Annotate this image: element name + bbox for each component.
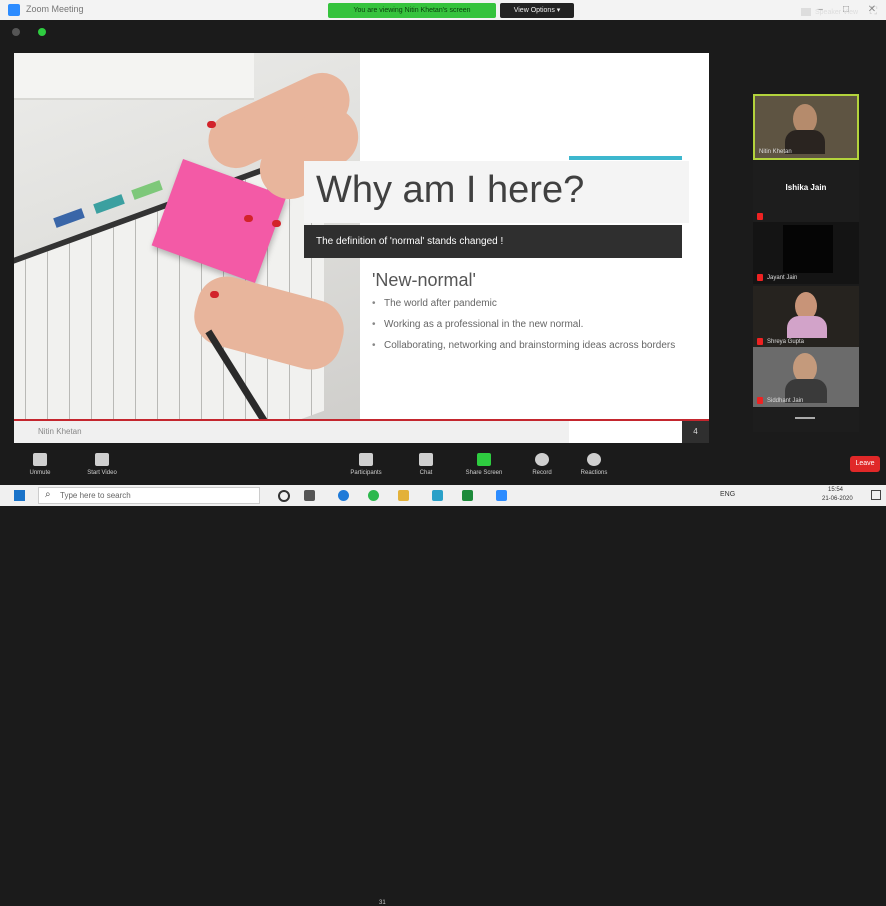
excel-icon[interactable] [462, 490, 473, 501]
slide-bullet: The world after pandemic [372, 298, 677, 310]
photo-nail [210, 291, 219, 298]
slide-heading: 'New-normal' [372, 270, 476, 290]
chat-label: Chat [419, 470, 433, 476]
speaker-view-button[interactable]: Speaker View [801, 5, 863, 20]
system-tray-language[interactable]: ENG [720, 491, 735, 498]
record-label: Record [532, 470, 552, 476]
photo-paper [14, 53, 254, 100]
fullscreen-icon[interactable]: ⛶ [870, 6, 880, 18]
share-screen-label: Share Screen [465, 470, 503, 476]
zoom-app-icon [8, 4, 20, 16]
search-icon: ⌕ [45, 489, 51, 500]
taskbar-search-placeholder[interactable]: Type here to search [60, 491, 131, 500]
slide-bullet-list: The world after pandemic Working as a pr… [372, 298, 677, 361]
participant-video-tile[interactable]: Nitin Khetan [753, 94, 859, 160]
muted-mic-icon [757, 397, 763, 404]
edge-icon[interactable] [338, 490, 349, 501]
participant-video-tile[interactable]: Ishika Jain [753, 161, 859, 223]
windows-start-icon[interactable] [14, 490, 25, 501]
taskbar-clock-time[interactable]: 15:54 [828, 487, 843, 493]
slide-footer-text: Nitin Khetan [38, 427, 82, 436]
taskbar-clock-date[interactable]: 21-06-2020 [822, 496, 853, 502]
reactions-icon [587, 453, 601, 466]
share-screen-button[interactable]: Share Screen [458, 453, 510, 476]
video-camera-icon [95, 453, 109, 466]
start-video-label: Start Video [87, 470, 117, 476]
share-screen-icon [477, 453, 491, 466]
zoom-taskbar-icon[interactable] [496, 490, 507, 501]
participants-button[interactable]: Participants [340, 453, 392, 476]
notifications-icon[interactable] [871, 490, 881, 500]
photo-nail [272, 220, 281, 227]
chat-button[interactable]: Chat [400, 453, 452, 476]
participants-icon [359, 453, 373, 466]
photo-tab [131, 180, 163, 200]
record-button[interactable]: Record [516, 453, 568, 476]
participant-name: Shreya Gupta [767, 339, 805, 345]
unmute-label: Unmute [29, 470, 51, 476]
participant-name: Nitin Khetan [759, 149, 792, 155]
unmute-button[interactable]: Unmute [14, 453, 66, 476]
grid-icon [801, 8, 811, 17]
shared-slide: Nitin Khetan 4 Why am I here? The defini… [14, 53, 709, 443]
cortana-icon[interactable] [278, 490, 290, 502]
muted-mic-icon [757, 213, 763, 220]
participants-label: Participants [350, 470, 382, 476]
slide-footer [14, 421, 569, 443]
record-icon [535, 453, 549, 466]
participant-video-tile[interactable]: Siddhant Jain [753, 347, 859, 407]
participant-video-dark [783, 225, 833, 273]
participant-video-tile[interactable]: Shreya Gupta [753, 286, 859, 348]
reactions-button[interactable]: Reactions [568, 453, 620, 476]
more-participants-tile[interactable] [753, 408, 859, 432]
meeting-info-icon[interactable] [12, 28, 20, 36]
meeting-controls-bar: Unmute Start Video Participants 31 Chat … [0, 447, 886, 906]
slide-page-number: 4 [682, 421, 709, 443]
muted-mic-icon [757, 338, 763, 345]
photo-tab [53, 208, 85, 228]
participant-center-name: Ishika Jain [785, 183, 827, 192]
end-meeting-button[interactable]: Leave [850, 456, 880, 472]
window-title: Zoom Meeting [26, 4, 84, 14]
participant-video-tile[interactable]: Jayant Jain [753, 222, 859, 284]
chevron-down-icon[interactable] [795, 417, 815, 424]
mic-icon [33, 453, 47, 466]
photo-nail [244, 215, 253, 222]
chat-icon [419, 453, 433, 466]
participants-count: 31 [379, 900, 386, 906]
meeting-top-bar [0, 20, 886, 46]
task-view-icon[interactable] [304, 490, 315, 501]
slide-accent-line [569, 156, 682, 160]
screen-share-status: You are viewing Nitin Khetan's screen [328, 3, 496, 18]
photo-nail [207, 121, 216, 128]
start-video-button[interactable]: Start Video [76, 453, 128, 476]
participant-body [787, 316, 827, 338]
reactions-label: Reactions [580, 470, 608, 476]
view-options-button[interactable]: View Options ▾ [500, 3, 574, 18]
speaker-view-label: Speaker View [815, 9, 859, 16]
file-explorer-icon[interactable] [398, 490, 409, 501]
photo-tab [93, 194, 125, 214]
slide-bullet: Working as a professional in the new nor… [372, 319, 677, 331]
slide-bullet: Collaborating, networking and brainstorm… [372, 340, 677, 352]
slide-title: Why am I here? [316, 169, 585, 211]
muted-mic-icon [757, 274, 763, 281]
participant-name: Siddhant Jain [767, 398, 804, 404]
store-icon[interactable] [432, 490, 443, 501]
encryption-shield-icon[interactable] [38, 28, 46, 36]
participant-name: Jayant Jain [767, 275, 798, 281]
chrome-icon[interactable] [368, 490, 379, 501]
slide-subtitle: The definition of 'normal' stands change… [316, 236, 504, 247]
